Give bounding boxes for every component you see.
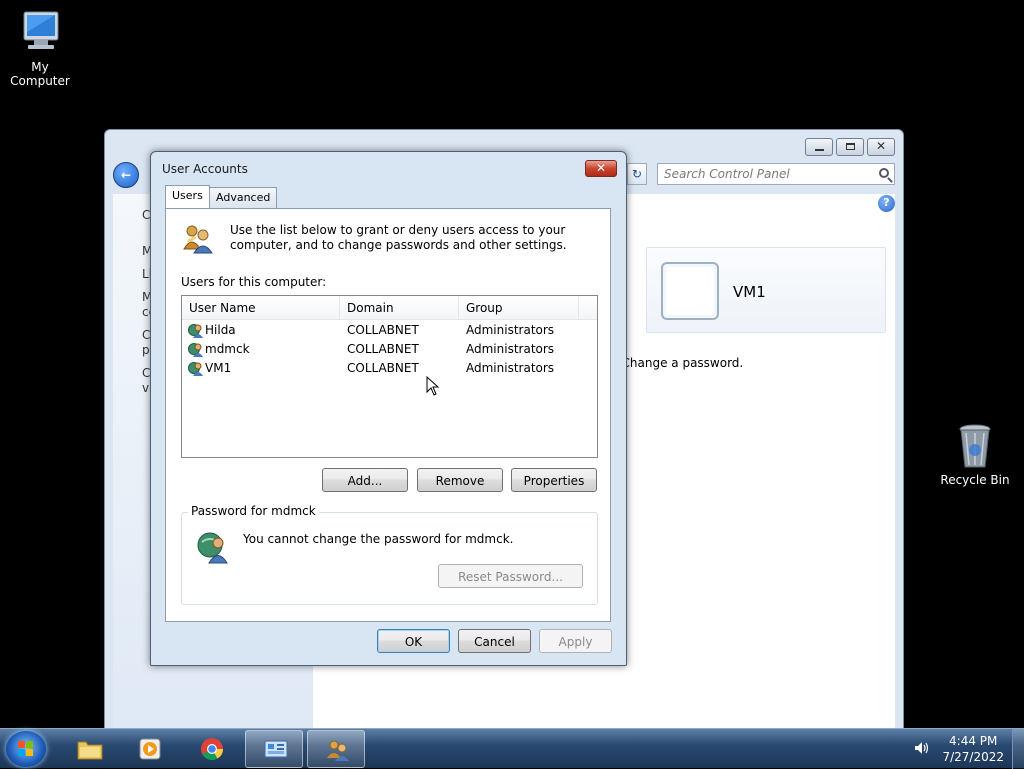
users-icon bbox=[327, 740, 349, 761]
taskbar: 4:44 PM 7/27/2022 bbox=[0, 728, 1024, 769]
cancel-button[interactable]: Cancel bbox=[458, 629, 531, 653]
users-list-header: User Name Domain Group bbox=[182, 296, 597, 320]
clock-time: 4:44 PM bbox=[949, 734, 998, 748]
cell-group: Administrators bbox=[466, 342, 555, 356]
users-icon bbox=[181, 223, 215, 255]
user-picture[interactable] bbox=[661, 262, 719, 320]
cell-user-name: Hilda bbox=[205, 323, 236, 337]
close-button[interactable]: ✕ bbox=[867, 138, 895, 156]
cell-user-name: VM1 bbox=[205, 361, 232, 375]
password-message: You cannot change the password for mdmck… bbox=[243, 532, 514, 546]
refresh-button[interactable]: ↻ bbox=[627, 163, 647, 185]
maximize-button[interactable] bbox=[836, 138, 864, 156]
password-groupbox: Password for mdmck You cannot change the… bbox=[181, 504, 598, 605]
computer-icon bbox=[16, 10, 64, 56]
chrome-icon bbox=[201, 738, 223, 760]
reset-password-button[interactable]: Reset Password... bbox=[438, 564, 583, 588]
users-tab-panel: Use the list below to grant or deny user… bbox=[165, 208, 611, 622]
user-icon bbox=[188, 362, 203, 376]
minimize-button[interactable] bbox=[805, 138, 833, 156]
taskbar-chrome-button[interactable] bbox=[182, 730, 240, 768]
folder-icon bbox=[77, 741, 103, 760]
taskbar-explorer-button[interactable] bbox=[60, 730, 118, 768]
search-icon[interactable] bbox=[879, 168, 889, 178]
column-header-group[interactable]: Group bbox=[459, 296, 579, 320]
ok-button[interactable]: OK bbox=[377, 629, 450, 653]
remove-user-button[interactable]: Remove bbox=[417, 468, 503, 492]
cell-domain: COLLABNET bbox=[347, 323, 419, 337]
column-header-user-name[interactable]: User Name bbox=[182, 296, 340, 320]
user-icon bbox=[188, 343, 203, 357]
volume-icon[interactable] bbox=[914, 741, 930, 755]
start-button[interactable] bbox=[6, 731, 46, 767]
cell-domain: COLLABNET bbox=[347, 342, 419, 356]
cell-domain: COLLABNET bbox=[347, 361, 419, 375]
user-icon bbox=[188, 324, 203, 338]
windows-logo-icon bbox=[18, 741, 34, 757]
tab-users[interactable]: Users bbox=[165, 185, 210, 208]
help-icon[interactable]: ? bbox=[878, 195, 895, 212]
tab-advanced[interactable]: Advanced bbox=[209, 187, 278, 209]
mouse-cursor-icon bbox=[426, 376, 440, 396]
properties-button[interactable]: Properties bbox=[511, 468, 597, 492]
user-accounts-dialog[interactable]: User Accounts ✕ Users Advanced Use the l… bbox=[150, 151, 627, 666]
control-panel-icon bbox=[264, 740, 288, 758]
taskbar-user-accounts-button[interactable] bbox=[307, 730, 365, 768]
apply-button[interactable]: Apply bbox=[539, 629, 612, 653]
desktop-icon-label: My Computer bbox=[10, 60, 70, 88]
media-player-icon bbox=[139, 738, 161, 760]
window-controls: ✕ bbox=[805, 138, 895, 156]
cell-group: Administrators bbox=[466, 361, 555, 375]
taskbar-media-player-button[interactable] bbox=[120, 730, 178, 768]
column-header-domain[interactable]: Domain bbox=[340, 296, 459, 320]
show-desktop-button[interactable] bbox=[1012, 729, 1024, 769]
recycle-bin-icon bbox=[951, 423, 999, 469]
search-input[interactable]: Search Control Panel bbox=[657, 163, 895, 185]
user-password-icon bbox=[196, 530, 230, 564]
user-card: VM1 bbox=[646, 247, 886, 333]
clock[interactable]: 4:44 PM 7/27/2022 bbox=[942, 733, 1004, 765]
back-button[interactable]: ← bbox=[113, 162, 139, 188]
users-list-label: Users for this computer: bbox=[181, 275, 327, 289]
intro-text: Use the list below to grant or deny user… bbox=[230, 223, 567, 252]
cell-user-name: mdmck bbox=[205, 342, 250, 356]
clock-date: 7/27/2022 bbox=[942, 750, 1004, 764]
table-row[interactable]: Hilda COLLABNET Administrators bbox=[182, 321, 597, 340]
desktop-icon-label: Recycle Bin bbox=[940, 473, 1010, 487]
change-password-link[interactable]: t Change a password. bbox=[613, 356, 743, 370]
taskbar-control-panel-button[interactable] bbox=[245, 730, 303, 768]
search-placeholder: Search Control Panel bbox=[664, 167, 790, 181]
users-list[interactable]: User Name Domain Group Hilda COLLABNET A… bbox=[181, 295, 598, 458]
password-groupbox-label: Password for mdmck bbox=[188, 504, 319, 518]
desktop-icon-my-computer[interactable]: My Computer bbox=[0, 10, 80, 88]
dialog-title: User Accounts bbox=[162, 162, 248, 176]
dialog-body: Users Advanced Use the list below to gra… bbox=[164, 185, 612, 622]
desktop-icon-recycle-bin[interactable]: Recycle Bin bbox=[935, 423, 1015, 487]
table-row[interactable]: VM1 COLLABNET Administrators bbox=[182, 359, 597, 378]
table-row[interactable]: mdmck COLLABNET Administrators bbox=[182, 340, 597, 359]
dialog-close-button[interactable]: ✕ bbox=[585, 160, 617, 177]
user-card-name: VM1 bbox=[733, 283, 766, 301]
add-user-button[interactable]: Add... bbox=[322, 468, 408, 492]
cell-group: Administrators bbox=[466, 323, 555, 337]
sidebar-link[interactable]: p bbox=[142, 343, 150, 357]
